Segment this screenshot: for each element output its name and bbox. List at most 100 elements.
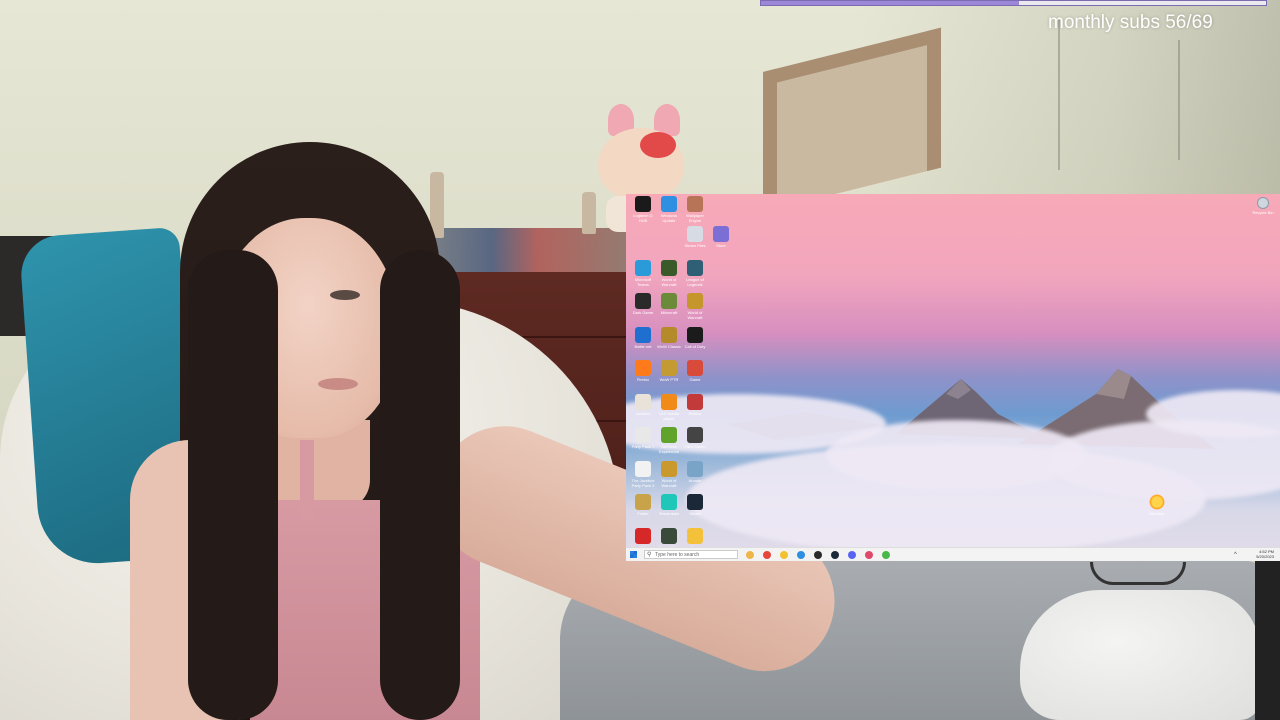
game-912-icon xyxy=(635,527,651,544)
firefox-shortcut[interactable]: Firefox xyxy=(630,360,656,390)
steam-shortcut[interactable]: Steam xyxy=(682,494,708,524)
nvidia-shortcut[interactable]: GeForce Experience xyxy=(656,427,682,457)
tray-chevron-icon[interactable]: ^ xyxy=(1234,552,1240,558)
shortcut-label: Arcade xyxy=(688,477,702,483)
steam-taskbar-icon[interactable] xyxy=(831,551,839,559)
sub-goal-text: monthly subs 56/69 xyxy=(1048,12,1213,33)
game-dark-shortcut[interactable]: Dark Game xyxy=(630,293,656,323)
shortcut-label: World of Warcraft xyxy=(687,310,703,320)
file-explorer-icon[interactable] xyxy=(780,551,788,559)
shortcut-label: Minecraft xyxy=(660,310,678,315)
cod-shortcut[interactable]: Call of Duty xyxy=(682,326,708,357)
discord-icon[interactable] xyxy=(848,551,856,559)
wall-crack xyxy=(1058,20,1060,170)
weather-label: Weather xyxy=(1149,511,1165,516)
ghub-icon xyxy=(635,196,651,212)
party-pack-shortcut[interactable]: Party Pack 1 xyxy=(630,427,656,457)
taskbar-search[interactable]: ⚲ Type here to search xyxy=(644,550,738,559)
windows-update-shortcut[interactable]: Windows Update xyxy=(656,196,682,226)
shortcut-label: Battle.net xyxy=(634,343,652,349)
arcade-shortcut[interactable]: Arcade xyxy=(682,460,708,491)
vlc-shortcut[interactable]: VLC media player xyxy=(656,393,682,424)
shortcut-label: World of Warcraft xyxy=(661,276,677,287)
logo-game-icon xyxy=(687,360,703,376)
empty-slot xyxy=(656,226,682,256)
shortcut-label: Party Pack 1 xyxy=(631,444,655,449)
wow-icon xyxy=(687,293,703,309)
weather-shortcut[interactable]: Weather xyxy=(1144,494,1170,524)
wow-3-icon xyxy=(661,460,677,477)
wow-shortcut[interactable]: World of Warcraft xyxy=(682,293,708,323)
emoji-game-icon xyxy=(687,527,703,544)
wallpaper-engine-shortcut[interactable]: Wallpaper Engine xyxy=(682,196,708,226)
wallpaper-engine-icon xyxy=(687,196,703,212)
folder-shortcut[interactable]: Folder xyxy=(630,494,656,524)
taskbar: ⚲ Type here to search ^ 4:52 PM 5/20/202… xyxy=(626,547,1280,561)
lips xyxy=(318,378,358,390)
battlenet-icon xyxy=(635,326,651,343)
dark-object xyxy=(1255,560,1280,720)
roblox-shortcut[interactable]: Roblox xyxy=(682,393,708,424)
start-button[interactable] xyxy=(630,551,637,558)
logo-game-shortcut[interactable]: Game xyxy=(682,360,708,390)
ghub-shortcut[interactable]: Logitech G HUB xyxy=(630,196,656,226)
wow-2-shortcut[interactable]: WoW PTR xyxy=(656,360,682,390)
league-icon xyxy=(687,259,703,276)
battlenet-shortcut[interactable]: Battle.net xyxy=(630,326,656,357)
wow-classic-icon xyxy=(661,326,677,343)
shortcut-label: Folder xyxy=(637,511,649,516)
hair-front xyxy=(380,250,460,720)
taskbar-clock[interactable]: 4:52 PM 5/20/2023 xyxy=(1250,549,1274,559)
bottle xyxy=(582,192,596,234)
files-icon xyxy=(687,226,703,242)
green-app-icon[interactable] xyxy=(882,551,890,559)
recycle-bin-shortcut[interactable]: Recycle Bin xyxy=(1250,197,1276,223)
twitch-tool-shortcut[interactable]: Streamlabs xyxy=(656,494,682,524)
eye xyxy=(330,290,360,300)
jackbox-shortcut[interactable]: Jackbox xyxy=(630,393,656,424)
chrome-icon[interactable] xyxy=(763,551,771,559)
party-pack-2-shortcut[interactable]: The Jackbox Party Pack 3 xyxy=(630,460,656,491)
warcraft-map-shortcut[interactable]: World of Warcraft xyxy=(656,259,682,290)
shortcut-label: Call of Duty xyxy=(684,343,706,349)
obs-taskbar-icon[interactable] xyxy=(814,551,822,559)
shortcut-label: Logitech G HUB xyxy=(633,213,653,223)
folder-icon xyxy=(635,494,651,510)
shortcut-label: OBS Studio xyxy=(684,444,706,449)
shortcut-label: League of Legends xyxy=(686,276,704,287)
shortcut-label: Streamlabs xyxy=(658,511,680,516)
shortcut-label: WoW Classic xyxy=(657,343,681,349)
blank-icon xyxy=(661,226,677,242)
wow-3-shortcut[interactable]: World of Warcraft xyxy=(656,460,682,491)
copilot-icon[interactable] xyxy=(746,551,754,559)
ms-teams-shortcut[interactable]: Microsoft Teams xyxy=(630,259,656,290)
shortcut-label: Windows Update xyxy=(660,213,678,223)
shortcut-label: Dark Game xyxy=(632,310,654,315)
sub-goal-bar xyxy=(760,0,1267,6)
league-shortcut[interactable]: League of Legends xyxy=(682,259,708,290)
edge-icon[interactable] xyxy=(797,551,805,559)
search-placeholder: Type here to search xyxy=(655,552,700,558)
wall-crack xyxy=(1178,40,1180,160)
obs-shortcut[interactable]: OBS Studio xyxy=(682,427,708,457)
ms-teams-icon xyxy=(635,259,651,276)
shortcut-label: VLC media player xyxy=(659,410,679,421)
windows-update-icon xyxy=(661,196,677,212)
wow-classic-shortcut[interactable]: WoW Classic xyxy=(656,326,682,357)
tank-strap xyxy=(300,440,314,520)
party-pack-icon xyxy=(635,427,651,443)
sun-icon xyxy=(1149,494,1165,510)
music-icon[interactable] xyxy=(865,551,873,559)
minecraft-shortcut[interactable]: Minecraft xyxy=(656,293,682,323)
arcade-icon xyxy=(687,460,703,477)
shortcut-label: Jackbox xyxy=(635,410,651,416)
ms-store-shortcut[interactable]: Store xyxy=(708,226,734,256)
shortcut-label: Steam xyxy=(689,511,701,516)
hair-front xyxy=(188,250,278,720)
steam-icon xyxy=(687,494,703,510)
jackbox-icon xyxy=(635,393,651,410)
obs-icon xyxy=(687,427,703,443)
shortcut-label: Microsoft Teams xyxy=(634,276,652,287)
recycle-bin-label: Recycle Bin xyxy=(1252,210,1274,215)
files-shortcut[interactable]: Steam Files xyxy=(682,226,708,256)
